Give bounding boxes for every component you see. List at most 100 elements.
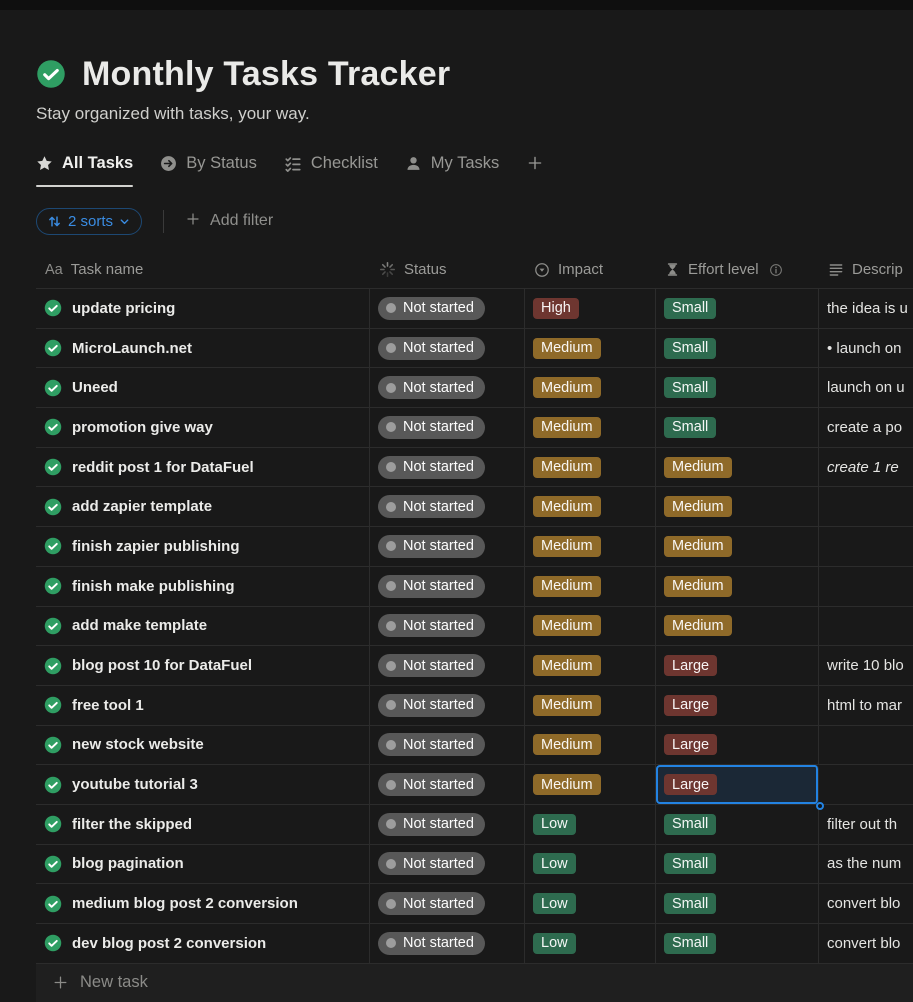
task-name-cell[interactable]: Uneed bbox=[36, 368, 370, 407]
sorts-button[interactable]: 2 sorts bbox=[36, 208, 142, 235]
task-name-cell[interactable]: free tool 1 bbox=[36, 686, 370, 725]
status-cell[interactable]: Not started bbox=[370, 686, 525, 725]
table-row[interactable]: medium blog post 2 conversion Not started… bbox=[36, 884, 913, 924]
description-cell[interactable]: as the num bbox=[819, 845, 913, 884]
impact-cell[interactable]: Medium bbox=[525, 726, 656, 765]
impact-badge[interactable]: Medium bbox=[533, 774, 601, 795]
selection-drag-handle[interactable] bbox=[816, 802, 824, 810]
task-name-link[interactable]: promotion give way bbox=[72, 419, 213, 436]
impact-badge[interactable]: Medium bbox=[533, 655, 601, 676]
table-row[interactable]: blog paginationNot startedLowSmallas the… bbox=[36, 845, 913, 885]
task-name-link[interactable]: blog post 10 for DataFuel bbox=[72, 657, 252, 674]
table-row[interactable]: blog post 10 for DataFuel Not started Medi… bbox=[36, 646, 913, 686]
status-badge[interactable]: Not started bbox=[378, 852, 485, 875]
tab-by-status[interactable]: By Status bbox=[160, 154, 257, 187]
status-cell[interactable]: Not started bbox=[370, 845, 525, 884]
status-cell[interactable]: Not started bbox=[370, 567, 525, 606]
task-name-cell[interactable]: medium blog post 2 conversion bbox=[36, 884, 370, 923]
task-name-link[interactable]: filter the skipped bbox=[72, 816, 192, 833]
impact-cell[interactable]: High bbox=[525, 289, 656, 328]
status-badge[interactable]: Not started bbox=[378, 416, 485, 439]
effort-cell[interactable]: Large bbox=[656, 726, 819, 765]
effort-badge[interactable]: Medium bbox=[664, 576, 732, 597]
task-name-link[interactable]: MicroLaunch.net bbox=[72, 340, 192, 357]
table-row[interactable]: finish zapier publishingNot startedMediu… bbox=[36, 527, 913, 567]
impact-cell[interactable]: Low bbox=[525, 884, 656, 923]
impact-badge[interactable]: Medium bbox=[533, 377, 601, 398]
impact-cell[interactable]: Low bbox=[525, 845, 656, 884]
status-cell[interactable]: Not started bbox=[370, 884, 525, 923]
table-row[interactable]: add make templateNot startedMediumMedium bbox=[36, 607, 913, 647]
table-row[interactable]: promotion give way Not started Medium Small… bbox=[36, 408, 913, 448]
add-filter-button[interactable]: Add filter bbox=[185, 211, 273, 232]
table-row[interactable]: youtube tutorial 3Not startedMediumLarge bbox=[36, 765, 913, 805]
status-badge[interactable]: Not started bbox=[378, 297, 485, 320]
impact-cell[interactable]: Medium bbox=[525, 686, 656, 725]
impact-badge[interactable]: Medium bbox=[533, 338, 601, 359]
tab-my-tasks[interactable]: My Tasks bbox=[405, 154, 499, 187]
description-cell[interactable] bbox=[819, 765, 913, 804]
effort-cell[interactable]: Large bbox=[656, 686, 819, 725]
effort-badge[interactable]: Small bbox=[664, 377, 716, 398]
impact-badge[interactable]: Low bbox=[533, 814, 576, 835]
description-cell[interactable]: convert blo bbox=[819, 924, 913, 963]
description-cell[interactable] bbox=[819, 487, 913, 526]
status-cell[interactable]: Not started bbox=[370, 646, 525, 685]
description-cell[interactable] bbox=[819, 726, 913, 765]
impact-cell[interactable]: Medium bbox=[525, 646, 656, 685]
impact-cell[interactable]: Medium bbox=[525, 368, 656, 407]
column-header-impact[interactable]: Impact bbox=[525, 261, 656, 278]
effort-cell[interactable]: Small bbox=[656, 408, 819, 447]
effort-badge[interactable]: Small bbox=[664, 814, 716, 835]
impact-badge[interactable]: High bbox=[533, 298, 579, 319]
info-icon[interactable] bbox=[769, 263, 783, 277]
status-cell[interactable]: Not started bbox=[370, 607, 525, 646]
effort-cell[interactable]: Medium bbox=[656, 567, 819, 606]
status-badge[interactable]: Not started bbox=[378, 932, 485, 955]
effort-badge[interactable]: Small bbox=[664, 298, 716, 319]
new-task-button[interactable]: New task bbox=[36, 964, 913, 1002]
effort-badge[interactable]: Large bbox=[664, 774, 717, 795]
task-name-cell[interactable]: blog pagination bbox=[36, 845, 370, 884]
impact-badge[interactable]: Medium bbox=[533, 536, 601, 557]
description-cell[interactable]: create 1 re bbox=[819, 448, 913, 487]
task-name-cell[interactable]: add make template bbox=[36, 607, 370, 646]
impact-cell[interactable]: Medium bbox=[525, 567, 656, 606]
impact-cell[interactable]: Medium bbox=[525, 408, 656, 447]
impact-cell[interactable]: Medium bbox=[525, 765, 656, 804]
effort-cell[interactable]: Medium bbox=[656, 487, 819, 526]
effort-cell[interactable]: Medium bbox=[656, 607, 819, 646]
effort-cell[interactable]: Small bbox=[656, 289, 819, 328]
task-name-link[interactable]: add zapier template bbox=[72, 498, 212, 515]
status-cell[interactable]: Not started bbox=[370, 805, 525, 844]
task-name-cell[interactable]: update pricing bbox=[36, 289, 370, 328]
status-badge[interactable]: Not started bbox=[378, 376, 485, 399]
table-row[interactable]: free tool 1Not startedMediumLargehtml to… bbox=[36, 686, 913, 726]
status-cell[interactable]: Not started bbox=[370, 765, 525, 804]
effort-badge[interactable]: Small bbox=[664, 893, 716, 914]
status-cell[interactable]: Not started bbox=[370, 726, 525, 765]
table-row[interactable]: MicroLaunch.netNot startedMediumSmall• l… bbox=[36, 329, 913, 369]
add-view-button[interactable] bbox=[526, 154, 544, 191]
effort-badge[interactable]: Large bbox=[664, 695, 717, 716]
effort-badge[interactable]: Small bbox=[664, 417, 716, 438]
status-cell[interactable]: Not started bbox=[370, 408, 525, 447]
table-row[interactable]: new stock websiteNot startedMediumLarge bbox=[36, 726, 913, 766]
task-name-cell[interactable]: new stock website bbox=[36, 726, 370, 765]
task-name-cell[interactable]: dev blog post 2 conversion bbox=[36, 924, 370, 963]
task-name-link[interactable]: add make template bbox=[72, 617, 207, 634]
description-cell[interactable] bbox=[819, 567, 913, 606]
effort-badge[interactable]: Medium bbox=[664, 536, 732, 557]
task-name-link[interactable]: medium blog post 2 conversion bbox=[72, 895, 298, 912]
status-badge[interactable]: Not started bbox=[378, 694, 485, 717]
status-badge[interactable]: Not started bbox=[378, 654, 485, 677]
task-name-cell[interactable]: promotion give way bbox=[36, 408, 370, 447]
effort-cell[interactable]: Small bbox=[656, 368, 819, 407]
effort-cell[interactable]: Small bbox=[656, 329, 819, 368]
description-cell[interactable]: • launch on bbox=[819, 329, 913, 368]
column-header-description[interactable]: Descrip bbox=[819, 261, 913, 278]
impact-cell[interactable]: Medium bbox=[525, 607, 656, 646]
column-header-effort-level[interactable]: Effort level bbox=[656, 261, 819, 278]
status-cell[interactable]: Not started bbox=[370, 289, 525, 328]
task-name-cell[interactable]: reddit post 1 for DataFuel bbox=[36, 448, 370, 487]
